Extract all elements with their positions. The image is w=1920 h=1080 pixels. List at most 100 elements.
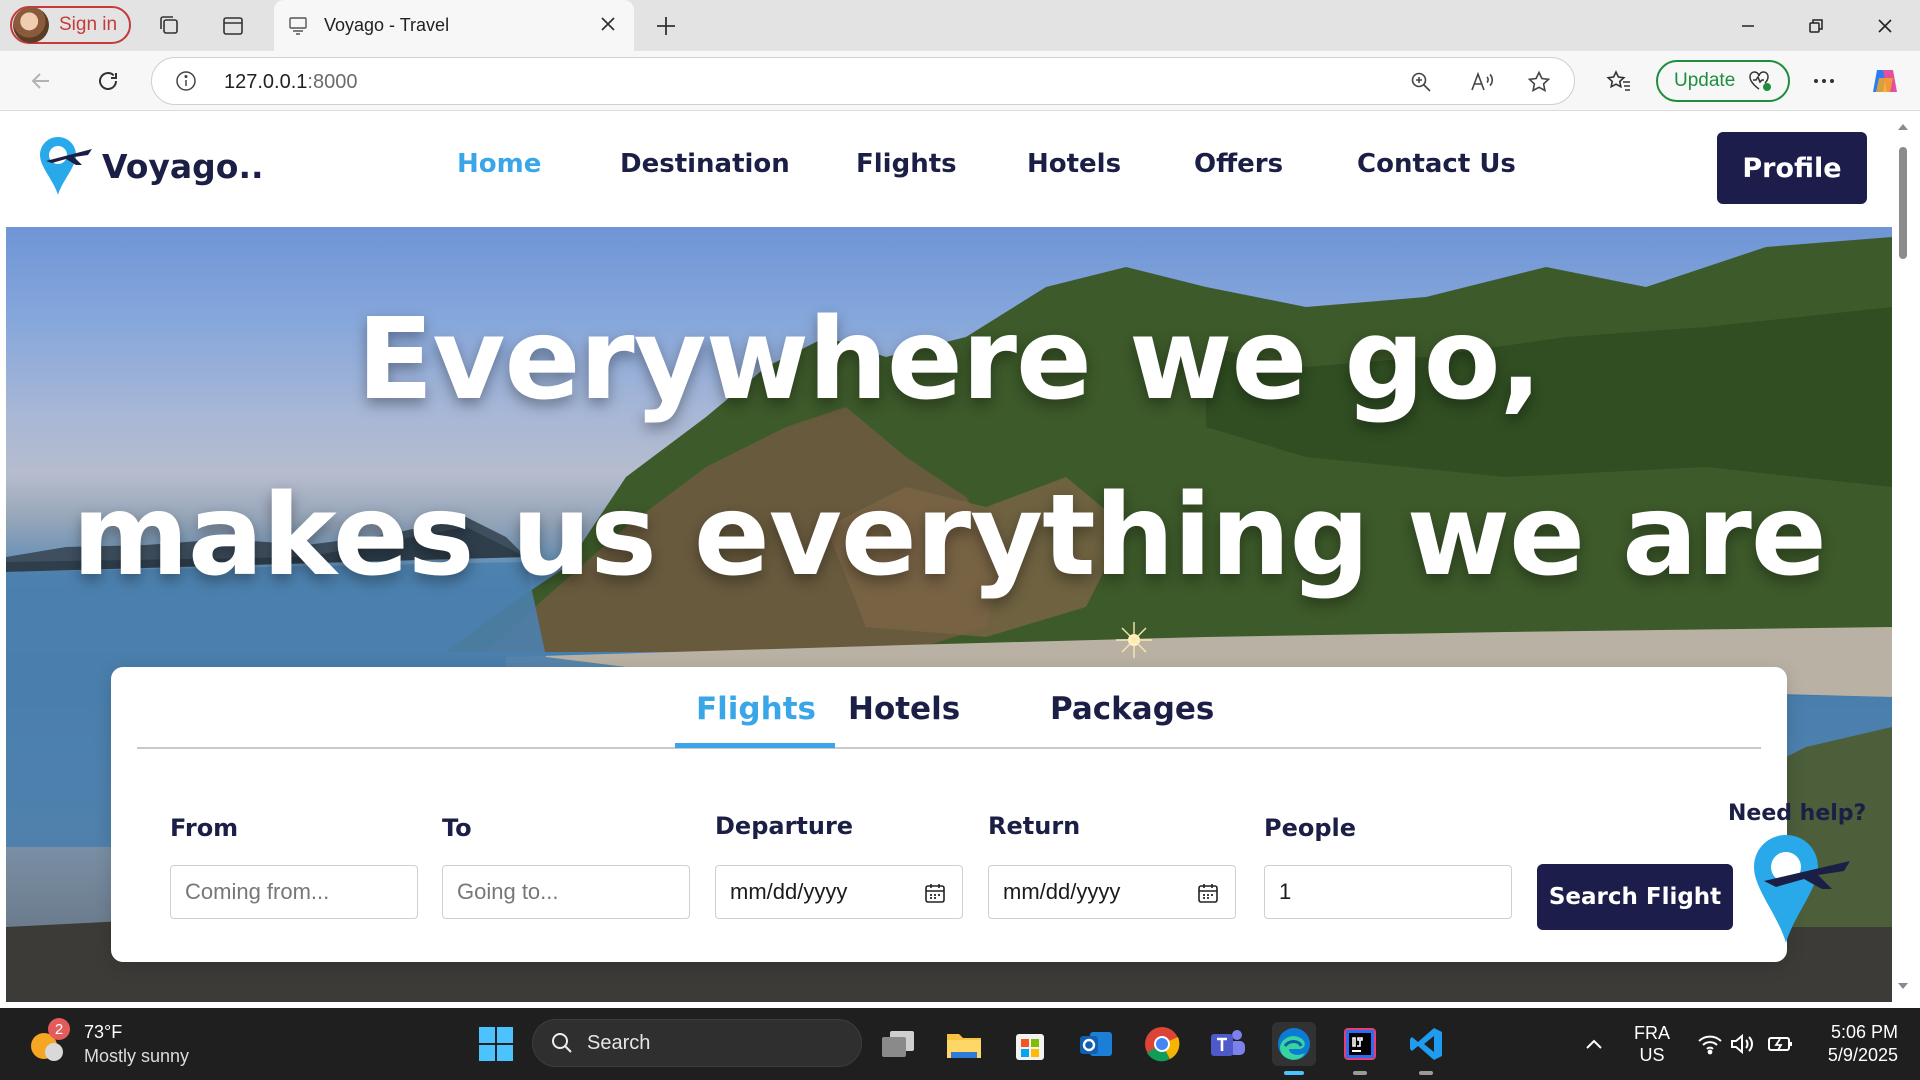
favorite-star-icon[interactable] — [1526, 69, 1552, 95]
weather-sun-icon: 2 — [28, 1018, 70, 1064]
vertical-tabs-icon[interactable] — [219, 12, 247, 40]
outlook-button[interactable] — [1074, 1022, 1118, 1066]
intellij-button[interactable] — [1338, 1022, 1382, 1075]
read-aloud-icon[interactable] — [1469, 69, 1495, 95]
logo-text: Voyago.. — [102, 146, 264, 186]
vscode-button[interactable] — [1404, 1022, 1448, 1075]
scroll-up-icon[interactable] — [1896, 120, 1910, 134]
active-tab-underline — [675, 743, 835, 748]
departure-label: Departure — [715, 812, 854, 840]
running-app-indicator — [1419, 1071, 1433, 1075]
weather-desc: Mostly sunny — [84, 1046, 190, 1066]
tab-flights[interactable]: Flights — [696, 691, 816, 727]
taskbar-search-label: Search — [587, 1031, 651, 1054]
task-view-icon — [882, 1031, 914, 1057]
language-indicator[interactable]: FRA US — [1632, 1022, 1672, 1066]
teams-button[interactable] — [1206, 1022, 1250, 1066]
windows-logo-icon — [479, 1027, 513, 1061]
minimize-icon[interactable] — [1714, 0, 1782, 51]
hero-title-line-2: makes us everything we are — [72, 471, 1827, 601]
new-tab-icon[interactable] — [651, 11, 681, 41]
nav-item-flights[interactable]: Flights — [856, 149, 957, 179]
more-options-icon[interactable] — [1810, 67, 1838, 95]
refresh-icon[interactable] — [93, 66, 123, 96]
update-button[interactable]: Update — [1656, 60, 1790, 102]
tab-close-icon[interactable] — [596, 12, 620, 36]
departure-date-input[interactable]: mm/dd/yyyy — [715, 865, 963, 919]
chevron-up-icon[interactable] — [1582, 1032, 1606, 1056]
clock-time: 5:06 PM — [1830, 1022, 1898, 1042]
volume-icon[interactable] — [1728, 1030, 1756, 1058]
people-label: People — [1264, 814, 1357, 842]
microsoft-store-button[interactable] — [1008, 1022, 1052, 1066]
tab-hotels[interactable]: Hotels — [848, 691, 960, 727]
search-icon — [552, 1033, 572, 1053]
task-view-button[interactable] — [876, 1022, 920, 1066]
weather-text: 73°F Mostly sunny — [84, 1020, 189, 1068]
weather-temp: 73°F — [84, 1022, 123, 1042]
from-input[interactable]: Coming from... — [170, 865, 418, 919]
return-date-value: mm/dd/yyyy — [1003, 879, 1121, 904]
folder-icon — [947, 1034, 981, 1058]
back-arrow-icon[interactable] — [26, 66, 56, 96]
update-label: Update — [1674, 70, 1736, 91]
restore-icon[interactable] — [1782, 0, 1850, 51]
address-bar[interactable]: 127.0.0.1:8000 — [151, 57, 1575, 105]
edge-button[interactable] — [1272, 1022, 1316, 1075]
weather-widget[interactable]: 2 73°F Mostly sunny — [28, 1018, 189, 1068]
avatar — [13, 7, 49, 43]
file-explorer-button[interactable] — [942, 1022, 986, 1066]
url-port: :8000 — [307, 71, 358, 93]
nav-item-hotels[interactable]: Hotels — [1027, 149, 1121, 179]
people-input[interactable]: 1 — [1264, 865, 1512, 919]
return-label: Return — [988, 812, 1081, 840]
to-input[interactable]: Going to... — [442, 865, 690, 919]
nav-item-destination[interactable]: Destination — [620, 149, 790, 179]
booking-search-card: Flights Hotels Packages From Coming from… — [111, 667, 1787, 962]
help-pin-plane-icon[interactable] — [1746, 831, 1856, 949]
copilot-icon[interactable] — [1868, 65, 1902, 97]
system-clock[interactable]: 5:06 PM 5/9/2025 — [1828, 1021, 1898, 1067]
url-host: 127.0.0.1 — [224, 71, 308, 93]
chrome-button[interactable] — [1140, 1022, 1184, 1066]
tab-title: Voyago - Travel — [324, 15, 450, 35]
nav-item-home[interactable]: Home — [457, 149, 541, 179]
signin-label: Sign in — [59, 14, 118, 35]
tab-favicon-icon — [289, 16, 307, 35]
vscode-icon — [1410, 1028, 1442, 1060]
favorites-icon[interactable] — [1605, 67, 1633, 95]
intellij-icon — [1344, 1028, 1376, 1060]
taskbar-search[interactable]: Search — [532, 1019, 862, 1067]
language-code: FRA — [1634, 1023, 1670, 1043]
tab-packages[interactable]: Packages — [1050, 691, 1214, 727]
active-app-indicator — [1284, 1071, 1304, 1075]
profile-signin-button[interactable]: Sign in — [10, 6, 131, 44]
site-logo[interactable]: Voyago.. — [38, 133, 264, 199]
start-button[interactable] — [474, 1022, 518, 1066]
url-text: 127.0.0.1:8000 — [224, 71, 357, 94]
page-viewport: Voyago.. Home Destination Flights Hotels… — [6, 111, 1892, 1002]
scroll-thumb[interactable] — [1899, 147, 1907, 259]
calendar-icon[interactable] — [924, 882, 946, 904]
wifi-icon[interactable] — [1696, 1030, 1724, 1058]
return-date-input[interactable]: mm/dd/yyyy — [988, 865, 1236, 919]
outlook-icon — [1080, 1032, 1112, 1056]
battery-charging-icon[interactable] — [1766, 1030, 1796, 1058]
active-tab[interactable]: Voyago - Travel — [274, 0, 634, 51]
nav-item-contact-us[interactable]: Contact Us — [1357, 149, 1516, 179]
profile-button[interactable]: Profile — [1717, 132, 1867, 204]
browser-tab-strip: Sign in Voyago - Travel — [0, 0, 1920, 51]
calendar-icon[interactable] — [1197, 882, 1219, 904]
logo-pin-plane-icon — [40, 137, 92, 195]
nav-item-offers[interactable]: Offers — [1194, 149, 1283, 179]
site-info-icon[interactable] — [174, 69, 198, 93]
page-scrollbar[interactable] — [1892, 111, 1914, 1002]
region-code: US — [1639, 1045, 1665, 1065]
workspaces-icon[interactable] — [156, 12, 184, 40]
zoom-icon[interactable] — [1408, 69, 1434, 95]
close-window-icon[interactable] — [1851, 0, 1919, 51]
scroll-down-icon[interactable] — [1896, 979, 1910, 993]
teams-icon — [1211, 1030, 1245, 1056]
windows-taskbar: 2 73°F Mostly sunny Search FRA US 5:06 P… — [0, 1008, 1920, 1080]
search-flight-button[interactable]: Search Flight — [1537, 864, 1733, 930]
